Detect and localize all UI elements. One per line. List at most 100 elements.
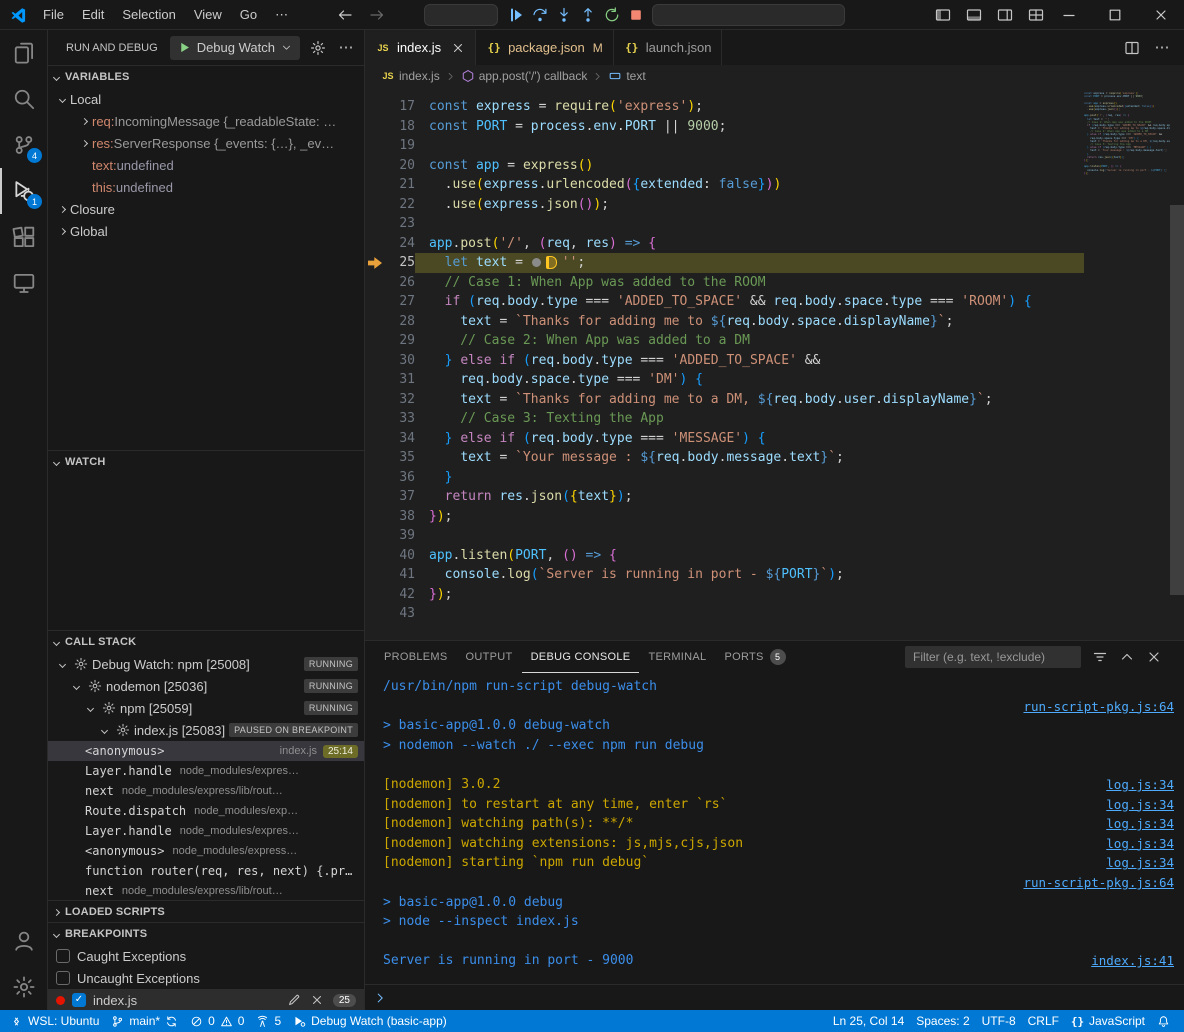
code-line[interactable]: 30 } else if (req.body.type === 'ADDED_T… bbox=[365, 351, 1084, 371]
console-source-link[interactable]: log.js:34 bbox=[1106, 834, 1174, 854]
breadcrumb-item[interactable]: text bbox=[608, 69, 645, 83]
activity-accounts[interactable] bbox=[0, 918, 47, 964]
back-arrow-icon[interactable] bbox=[337, 7, 353, 23]
breadcrumb-item[interactable]: app.post('/') callback bbox=[461, 69, 588, 83]
breakpoint-checkbox[interactable]: ✓ bbox=[72, 993, 86, 1007]
breakpoint-gutter[interactable] bbox=[365, 507, 385, 527]
code-line[interactable]: 24app.post('/', (req, res) => { bbox=[365, 234, 1084, 254]
breakpoint-checkbox[interactable] bbox=[56, 971, 70, 985]
callstack-session[interactable]: nodemon [25036]RUNNING bbox=[48, 675, 364, 697]
status-language-mode[interactable]: {}JavaScript bbox=[1065, 1010, 1151, 1032]
debug-step-out-button[interactable] bbox=[577, 4, 598, 26]
breakpoint-gutter[interactable] bbox=[365, 546, 385, 566]
watch-pane-header[interactable]: WATCH bbox=[48, 451, 364, 473]
variables-scope-local[interactable]: Local bbox=[48, 88, 364, 110]
breakpoint-checkbox[interactable] bbox=[56, 949, 70, 963]
more-actions-icon[interactable]: ⋯ bbox=[1154, 40, 1170, 56]
breakpoint-gutter[interactable] bbox=[365, 448, 385, 468]
breakpoint-gutter[interactable] bbox=[365, 214, 385, 234]
code-line[interactable]: 31 req.body.space.type === 'DM') { bbox=[365, 370, 1084, 390]
debug-config-select[interactable]: Debug Watch bbox=[170, 36, 300, 60]
variable-row[interactable]: res: ServerResponse {_events: {…}, _ev… bbox=[48, 132, 364, 154]
variable-row[interactable]: this: undefined bbox=[48, 176, 364, 198]
code-line[interactable]: 28 text = `Thanks for adding me to ${req… bbox=[365, 312, 1084, 332]
code-editor[interactable]: 17const express = require('express');18c… bbox=[365, 87, 1184, 640]
breakpoint-gutter[interactable] bbox=[365, 273, 385, 293]
breakpoint-gutter[interactable] bbox=[365, 370, 385, 390]
debug-restart-button[interactable] bbox=[601, 4, 622, 26]
close-icon[interactable] bbox=[1146, 649, 1162, 665]
code-line[interactable]: 25 let text = ''; bbox=[365, 253, 1084, 273]
filter-icon[interactable] bbox=[1092, 649, 1108, 665]
menu-overflow[interactable]: ⋯ bbox=[266, 4, 297, 26]
callstack-frame[interactable]: function router(req, res, next) {.pr… bbox=[48, 861, 364, 881]
settings-gear-icon[interactable] bbox=[310, 40, 326, 56]
code-line[interactable]: 26 // Case 1: When App was added to the … bbox=[365, 273, 1084, 293]
activity-extensions[interactable] bbox=[0, 214, 47, 260]
more-actions-icon[interactable]: ⋯ bbox=[338, 40, 354, 56]
layout-customize-icon[interactable] bbox=[1028, 7, 1044, 23]
close-window-button[interactable] bbox=[1138, 0, 1184, 30]
callstack-frame[interactable]: <anonymous>index.js25:14 bbox=[48, 741, 364, 761]
layout-panel-icon[interactable] bbox=[966, 7, 982, 23]
debug-step-into-button[interactable] bbox=[553, 4, 574, 26]
breakpoint-gutter[interactable] bbox=[365, 526, 385, 546]
menu-item-view[interactable]: View bbox=[185, 4, 231, 26]
breakpoint-gutter[interactable] bbox=[365, 292, 385, 312]
code-line[interactable]: 33 // Case 3: Texting the App bbox=[365, 409, 1084, 429]
status-debug-session[interactable]: Debug Watch (basic-app) bbox=[287, 1010, 453, 1032]
console-source-link[interactable]: index.js:41 bbox=[1091, 951, 1174, 971]
layout-sidebar-right-icon[interactable] bbox=[997, 7, 1013, 23]
call-stack-pane-header[interactable]: CALL STACK bbox=[48, 631, 364, 653]
status-eol[interactable]: CRLF bbox=[1022, 1010, 1065, 1032]
menu-item-go[interactable]: Go bbox=[231, 4, 266, 26]
activity-source-control[interactable]: 4 bbox=[0, 122, 47, 168]
edit-icon[interactable] bbox=[287, 993, 301, 1007]
variable-row[interactable]: text: undefined bbox=[48, 154, 364, 176]
debug-console-input[interactable] bbox=[365, 984, 1184, 1010]
code-line[interactable]: 36 } bbox=[365, 468, 1084, 488]
forward-arrow-icon[interactable] bbox=[369, 7, 385, 23]
minimap[interactable]: const express = require('express');const… bbox=[1084, 92, 1170, 178]
breakpoint-gutter[interactable] bbox=[365, 409, 385, 429]
editor-scrollbar[interactable] bbox=[1170, 205, 1184, 595]
variables-pane-header[interactable]: VARIABLES bbox=[48, 66, 364, 88]
chevron-up-icon[interactable] bbox=[1119, 649, 1135, 665]
console-source-link[interactable]: run-script-pkg.js:64 bbox=[1023, 873, 1174, 893]
code-line[interactable]: 17const express = require('express'); bbox=[365, 97, 1084, 117]
code-line[interactable]: 43 bbox=[365, 604, 1084, 624]
debug-stop-button[interactable] bbox=[625, 4, 646, 26]
minimize-button[interactable] bbox=[1046, 0, 1092, 30]
code-line[interactable]: 34 } else if (req.body.type === 'MESSAGE… bbox=[365, 429, 1084, 449]
debug-step-over-button[interactable] bbox=[529, 4, 550, 26]
code-line[interactable]: 20const app = express() bbox=[365, 156, 1084, 176]
breakpoints-pane-header[interactable]: BREAKPOINTS bbox=[48, 923, 364, 945]
maximize-button[interactable] bbox=[1092, 0, 1138, 30]
callstack-session[interactable]: Debug Watch: npm [25008]RUNNING bbox=[48, 653, 364, 675]
variable-row[interactable]: req: IncomingMessage {_readableState: … bbox=[48, 110, 364, 132]
code-line[interactable]: 39 bbox=[365, 526, 1084, 546]
console-source-link[interactable]: log.js:34 bbox=[1106, 795, 1174, 815]
panel-tab-output[interactable]: OUTPUT bbox=[457, 641, 522, 673]
code-line[interactable]: 18const PORT = process.env.PORT || 9000; bbox=[365, 117, 1084, 137]
split-editor-icon[interactable] bbox=[1124, 40, 1140, 56]
activity-settings[interactable] bbox=[0, 964, 47, 1010]
breakpoint-gutter[interactable] bbox=[365, 468, 385, 488]
code-line[interactable]: 37 return res.json({text}); bbox=[365, 487, 1084, 507]
code-line[interactable]: 19 bbox=[365, 136, 1084, 156]
menu-item-edit[interactable]: Edit bbox=[73, 4, 113, 26]
breakpoint-gutter[interactable] bbox=[365, 156, 385, 176]
debug-continue-button[interactable] bbox=[505, 4, 526, 26]
breakpoint-row[interactable]: Uncaught Exceptions bbox=[48, 967, 364, 989]
panel-tab-debug-console[interactable]: DEBUG CONSOLE bbox=[522, 641, 640, 673]
code-line[interactable]: 38}); bbox=[365, 507, 1084, 527]
breakpoint-gutter[interactable] bbox=[365, 331, 385, 351]
code-line[interactable]: 42}); bbox=[365, 585, 1084, 605]
panel-tab-problems[interactable]: PROBLEMS bbox=[375, 641, 457, 673]
activity-explorer[interactable] bbox=[0, 30, 47, 76]
callstack-frame[interactable]: <anonymous>node_modules/express… bbox=[48, 841, 364, 861]
console-source-link[interactable]: run-script-pkg.js:64 bbox=[1023, 697, 1174, 717]
code-line[interactable]: 40app.listen(PORT, () => { bbox=[365, 546, 1084, 566]
tab-index.js[interactable]: JSindex.js bbox=[365, 30, 476, 65]
breakpoint-gutter[interactable] bbox=[365, 195, 385, 215]
